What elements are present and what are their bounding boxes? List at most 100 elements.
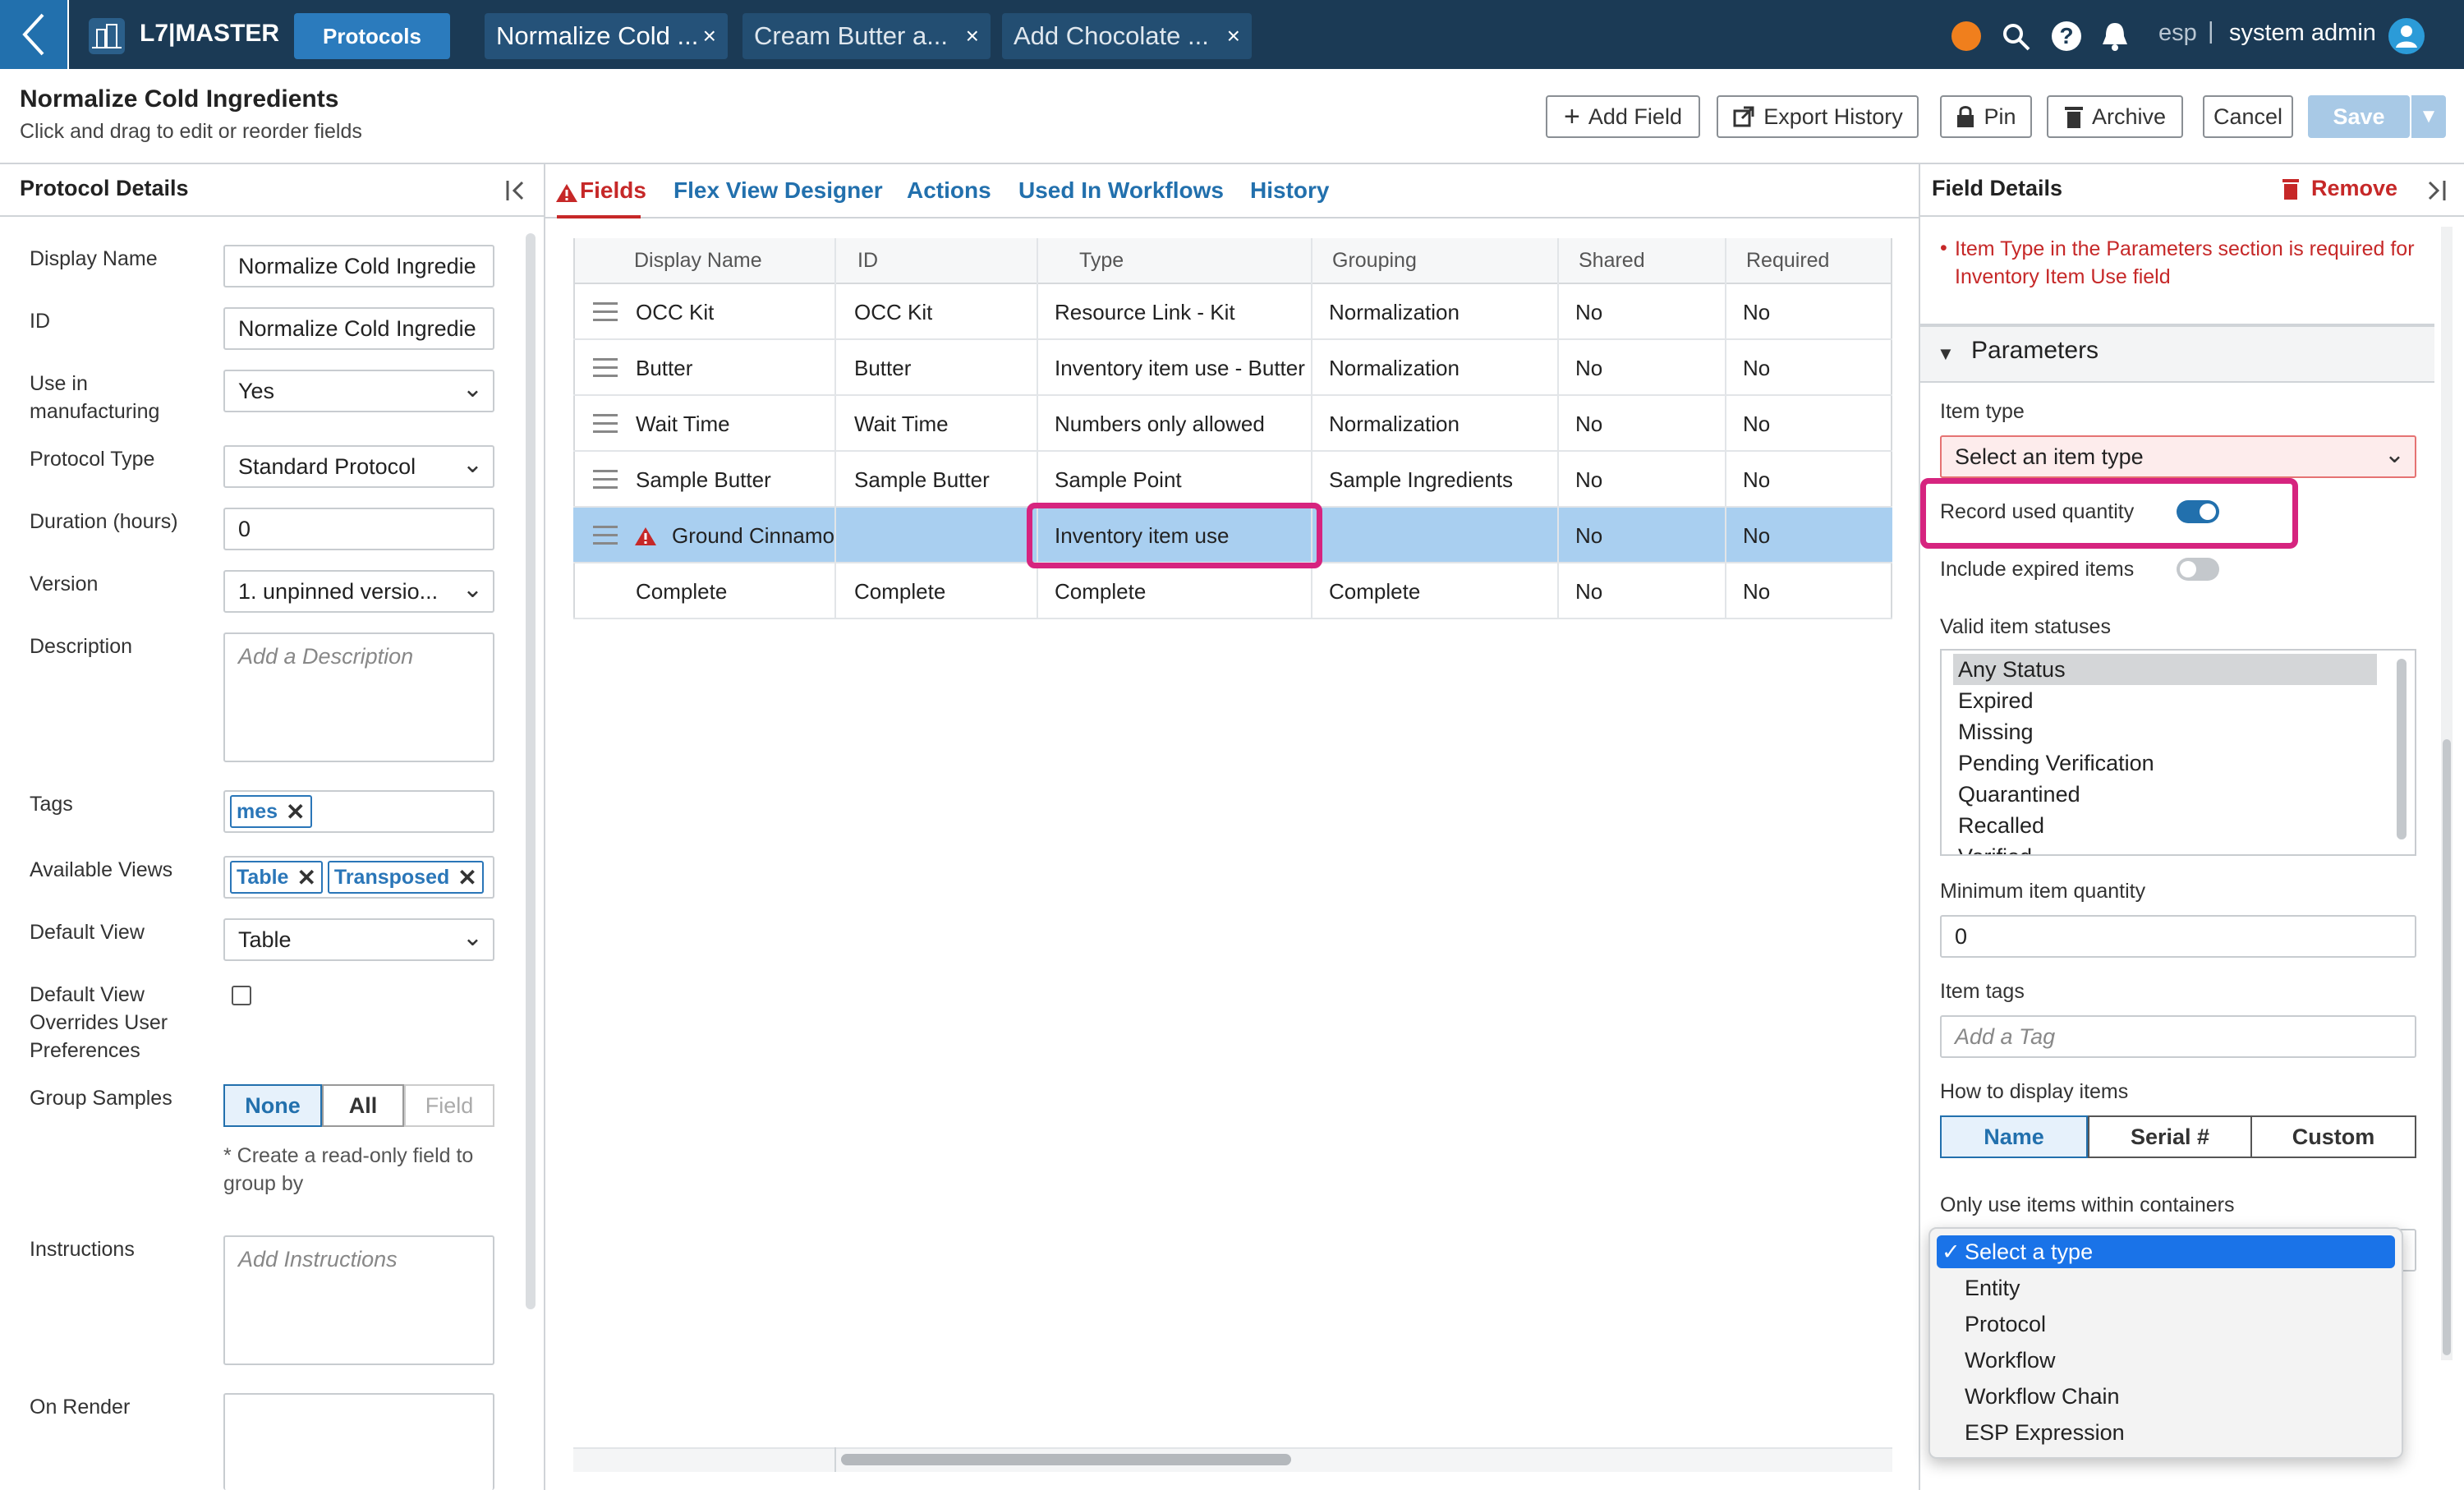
- status-option[interactable]: Verified: [1958, 841, 2032, 854]
- valid-statuses-list[interactable]: Any Status Expired Missing Pending Verif…: [1940, 649, 2416, 856]
- default-view-select[interactable]: Table: [223, 918, 494, 961]
- display-name-field[interactable]: Normalize Cold Ingredie: [223, 245, 494, 287]
- display-items-custom[interactable]: Custom: [2250, 1115, 2416, 1158]
- status-option[interactable]: Missing: [1958, 716, 2034, 747]
- column-header-grouping[interactable]: Grouping: [1332, 238, 1417, 283]
- item-tags-label: Item tags: [1940, 980, 2025, 1003]
- id-field[interactable]: Normalize Cold Ingredie: [223, 307, 494, 350]
- bell-icon[interactable]: [2099, 20, 2131, 53]
- group-samples-none[interactable]: None: [223, 1084, 322, 1127]
- remove-button[interactable]: Remove: [2311, 176, 2397, 201]
- help-icon[interactable]: ?: [2052, 21, 2081, 51]
- save-options-caret-icon[interactable]: ▼: [2411, 95, 2446, 138]
- tags-field[interactable]: mes ✕: [223, 790, 494, 833]
- status-option[interactable]: Any Status: [1958, 654, 2066, 685]
- user-name[interactable]: system admin: [2229, 20, 2376, 47]
- dropdown-option[interactable]: Workflow: [1965, 1342, 2056, 1378]
- table-row[interactable]: Butter Butter Inventory item use - Butte…: [573, 340, 1892, 396]
- export-history-button[interactable]: Export History: [1717, 95, 1919, 138]
- dropdown-option[interactable]: Select a type: [1965, 1234, 2093, 1270]
- drag-handle-icon[interactable]: [593, 302, 618, 322]
- instructions-textarea[interactable]: Add Instructions: [223, 1235, 494, 1365]
- horizontal-scrollbar-thumb[interactable]: [841, 1454, 1291, 1465]
- tab-flex-view-designer[interactable]: Flex View Designer: [673, 177, 883, 204]
- close-icon[interactable]: ×: [1227, 23, 1240, 49]
- protocol-type-select[interactable]: Standard Protocol: [223, 445, 494, 488]
- dropdown-option[interactable]: ESP Expression: [1965, 1414, 2125, 1451]
- add-field-button[interactable]: + Add Field: [1546, 95, 1700, 138]
- status-option[interactable]: Recalled: [1958, 810, 2044, 841]
- remove-tag-icon[interactable]: ✕: [286, 798, 305, 825]
- dropdown-option[interactable]: Entity: [1965, 1270, 2020, 1306]
- drag-handle-icon[interactable]: [593, 526, 618, 545]
- close-icon[interactable]: ×: [966, 23, 979, 49]
- drag-handle-icon[interactable]: [593, 414, 618, 434]
- collapse-right-icon[interactable]: [2423, 179, 2448, 202]
- item-type-select[interactable]: Select an item type: [1940, 435, 2416, 478]
- pin-button[interactable]: Pin: [1940, 95, 2032, 138]
- remove-view-icon[interactable]: ✕: [297, 864, 315, 891]
- include-expired-toggle[interactable]: [2177, 558, 2219, 581]
- cell-type: Numbers only allowed: [1055, 411, 1265, 436]
- valid-statuses-label: Valid item statuses: [1940, 615, 2111, 638]
- collapse-left-icon[interactable]: [504, 179, 529, 202]
- column-header-id[interactable]: ID: [857, 238, 878, 283]
- dropdown-option[interactable]: Protocol: [1965, 1306, 2046, 1342]
- error-bullet: •: [1940, 237, 1947, 260]
- description-textarea[interactable]: Add a Description: [223, 632, 494, 762]
- column-header-display-name[interactable]: Display Name: [634, 238, 762, 283]
- search-icon[interactable]: [2001, 21, 2032, 53]
- cell-id: OCC Kit: [854, 299, 933, 324]
- group-samples-label: Group Samples: [30, 1087, 172, 1110]
- left-scrollbar[interactable]: [526, 233, 536, 1309]
- status-dot-icon[interactable]: [1951, 21, 1981, 51]
- avatar[interactable]: [2388, 18, 2425, 54]
- status-option[interactable]: Pending Verification: [1958, 747, 2154, 779]
- default-view-overrides-checkbox[interactable]: [232, 986, 251, 1005]
- drag-handle-icon[interactable]: [593, 358, 618, 378]
- available-views-field[interactable]: Table ✕ Transposed ✕: [223, 856, 494, 899]
- use-in-manufacturing-select[interactable]: Yes: [223, 370, 494, 412]
- back-button[interactable]: [0, 0, 69, 69]
- tab-used-in-workflows[interactable]: Used In Workflows: [1018, 177, 1224, 204]
- drag-handle-icon[interactable]: [593, 470, 618, 490]
- duration-field[interactable]: 0: [223, 508, 494, 550]
- group-samples-all[interactable]: All: [322, 1084, 404, 1127]
- table-row[interactable]: Wait Time Wait Time Numbers only allowed…: [573, 396, 1892, 452]
- close-icon[interactable]: ×: [703, 23, 716, 49]
- cancel-button[interactable]: Cancel: [2203, 95, 2293, 138]
- column-header-type[interactable]: Type: [1079, 238, 1124, 283]
- min-quantity-field[interactable]: 0: [1940, 915, 2416, 958]
- dropdown-option[interactable]: Workflow Chain: [1965, 1378, 2120, 1414]
- archive-button[interactable]: Archive: [2047, 95, 2183, 138]
- on-render-editor[interactable]: [223, 1393, 494, 1490]
- tab-cream-butter[interactable]: Cream Butter a... ×: [742, 13, 991, 59]
- list-scrollbar[interactable]: [2397, 659, 2407, 839]
- tab-normalize-cold[interactable]: Normalize Cold ... ×: [485, 13, 728, 59]
- save-button[interactable]: Save: [2308, 95, 2410, 138]
- trash-icon[interactable]: [2282, 177, 2300, 200]
- caret-down-icon[interactable]: ▼: [1937, 343, 1955, 365]
- tab-history[interactable]: History: [1250, 177, 1329, 204]
- cell-required: No: [1743, 578, 1771, 604]
- display-items-name[interactable]: Name: [1940, 1115, 2088, 1158]
- column-header-required[interactable]: Required: [1746, 238, 1829, 283]
- display-items-serial[interactable]: Serial #: [2088, 1115, 2252, 1158]
- tab-fields[interactable]: Fields: [580, 177, 646, 204]
- version-select[interactable]: 1. unpinned versio...: [223, 570, 494, 613]
- table-row[interactable]: OCC Kit OCC Kit Resource Link - Kit Norm…: [573, 284, 1892, 340]
- table-row[interactable]: Complete Complete Complete Complete No N…: [573, 563, 1892, 619]
- right-scrollbar-thumb[interactable]: [2443, 739, 2451, 1355]
- column-header-shared[interactable]: Shared: [1579, 238, 1645, 283]
- table-row[interactable]: Sample Butter Sample Butter Sample Point…: [573, 452, 1892, 508]
- item-tags-field[interactable]: Add a Tag: [1940, 1015, 2416, 1058]
- remove-view-icon[interactable]: ✕: [457, 864, 476, 891]
- parameters-title: Parameters: [1971, 337, 2099, 364]
- protocols-nav-button[interactable]: Protocols: [294, 13, 450, 59]
- tab-actions[interactable]: Actions: [907, 177, 991, 204]
- status-option[interactable]: Quarantined: [1958, 779, 2080, 810]
- language-selector[interactable]: esp: [2158, 20, 2197, 47]
- tab-add-chocolate[interactable]: Add Chocolate ... ×: [1002, 13, 1252, 59]
- group-samples-field[interactable]: Field: [404, 1084, 494, 1127]
- status-option[interactable]: Expired: [1958, 685, 2034, 716]
